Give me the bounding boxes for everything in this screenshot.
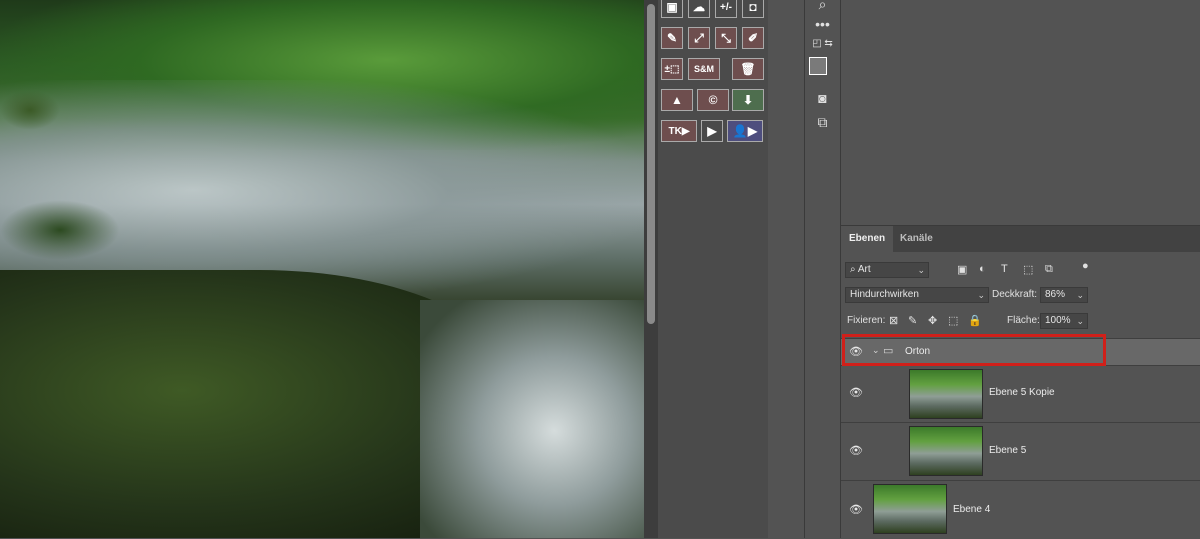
portrait-icon[interactable]: ▣ — [661, 0, 683, 18]
filter-toggle-icon[interactable]: ● — [1082, 260, 1089, 272]
filter-value: Art — [857, 264, 871, 275]
filter-pixel-icon[interactable]: ▣ — [957, 263, 967, 276]
sm-button[interactable]: S&M — [688, 58, 720, 80]
visibility-eye-icon[interactable]: 👁 — [849, 444, 863, 457]
collapse-icon[interactable]: ⤡ — [715, 27, 737, 49]
chevron-down-icon: ⌄ — [977, 290, 985, 300]
upper-panel-empty — [841, 0, 1200, 226]
lock-transparent-icon[interactable]: ⊠ — [889, 314, 898, 327]
lock-artboard-icon[interactable]: ⬚ — [948, 314, 958, 327]
plus-minus-label: ± — [664, 63, 671, 75]
scrollbar-thumb[interactable] — [647, 4, 655, 324]
layer-thumbnail — [909, 369, 983, 419]
layer-thumbnail — [873, 484, 947, 534]
canvas-scrollbar[interactable] — [644, 0, 658, 538]
tab-ebenen[interactable]: Ebenen — [841, 226, 894, 252]
opacity-value: 86% — [1045, 289, 1066, 300]
opacity-label: Deckkraft: — [992, 289, 1038, 300]
search-icon: ⌕ — [850, 264, 858, 275]
filter-type-icon[interactable]: T — [1001, 263, 1008, 275]
color-swatch[interactable] — [805, 56, 840, 83]
triangle-icon[interactable]: ▲ — [661, 89, 693, 111]
layer-row-ebene4[interactable]: 👁 Ebene 4 — [841, 480, 1200, 539]
tk-play-button[interactable]: TK▶ — [661, 120, 697, 142]
filter-adjustment-icon[interactable]: ◐ — [979, 263, 986, 275]
tab-kanaele[interactable]: Kanäle — [892, 226, 941, 252]
layer-name[interactable]: Ebene 5 Kopie — [989, 387, 1055, 398]
expand-icon[interactable]: ⤢ — [688, 27, 710, 49]
fill-value: 100% — [1045, 315, 1071, 326]
trash-icon[interactable]: 🗑 — [732, 58, 764, 80]
foreground-color[interactable] — [809, 57, 827, 75]
fill-label: Fläche: — [1007, 315, 1040, 326]
layer-thumbnail — [909, 426, 983, 476]
layer-name[interactable]: Ebene 5 — [989, 445, 1026, 456]
canvas-rock — [0, 200, 120, 260]
download-icon[interactable]: ⬇ — [732, 89, 764, 111]
tool-column: ⌕ ••• ◰ ⇆ ◙ ⧉ — [805, 0, 841, 538]
quick-mask-icon[interactable]: ◙ — [805, 90, 840, 106]
lock-all-icon[interactable]: 🔒 — [968, 314, 982, 327]
canvas-water — [0, 80, 644, 300]
weather-icon[interactable]: ☁ — [688, 0, 710, 18]
visibility-eye-icon[interactable]: 👁 — [849, 386, 863, 399]
lock-position-icon[interactable]: ✥ — [928, 314, 937, 327]
filter-shape-icon[interactable]: ⬚ — [1023, 263, 1033, 276]
panel-tabs: Ebenen Kanäle — [841, 226, 1200, 252]
panel-gutter — [768, 0, 805, 538]
layers-panel: Ebenen Kanäle ⌕ Art ⌄ ▣ ◐ T ⬚ ⧉ ● Hindurc… — [841, 0, 1200, 539]
filter-smart-object-icon[interactable]: ⧉ — [1045, 263, 1053, 276]
play-button[interactable]: ▶ — [701, 120, 723, 142]
lock-image-icon[interactable]: ✎ — [908, 314, 917, 327]
swap-colors-icon[interactable]: ◰ ⇆ — [805, 38, 840, 49]
chevron-down-icon: ⌄ — [1076, 316, 1084, 326]
camera-icon[interactable]: ◘ — [742, 0, 764, 18]
canvas-waterfall — [420, 300, 644, 538]
user-play-icon[interactable]: 👤▶ — [727, 120, 763, 142]
brush-icon[interactable]: ✎ — [661, 27, 683, 49]
layer-name[interactable]: Ebene 4 — [953, 504, 990, 515]
plus-minus-button[interactable]: +/- — [715, 0, 737, 18]
actions-panel: ▣ ☁ +/- ◘ ✎ ⤢ ⤡ ✐ ± ⬚ S&M 🗑 ▲ © ⬇ TK▶ ▶ 👤… — [658, 0, 769, 538]
selection-adjust-button[interactable]: ± ⬚ — [661, 58, 683, 80]
zoom-icon[interactable]: ⌕ — [805, 0, 840, 13]
opacity-input[interactable]: 86% ⌄ — [1040, 287, 1088, 303]
layer-row-ebene5-kopie[interactable]: 👁 Ebene 5 Kopie — [841, 365, 1200, 422]
chevron-down-icon: ⌄ — [1076, 290, 1084, 300]
document-canvas[interactable] — [0, 0, 644, 538]
layer-row-ebene5[interactable]: 👁 Ebene 5 — [841, 422, 1200, 480]
more-icon[interactable]: ••• — [805, 16, 840, 32]
orton-group-highlight-box — [842, 334, 1106, 366]
chevron-down-icon: ⌄ — [917, 265, 925, 275]
screen-mode-icon[interactable]: ⧉ — [805, 114, 840, 131]
layer-filter-select[interactable]: ⌕ Art ⌄ — [845, 262, 929, 278]
canvas-moss-patch — [0, 90, 60, 130]
visibility-eye-icon[interactable]: 👁 — [849, 503, 863, 516]
copyright-icon[interactable]: © — [697, 89, 729, 111]
feather-icon[interactable]: ✐ — [742, 27, 764, 49]
lock-label: Fixieren: — [847, 315, 886, 326]
blend-mode-value: Hindurchwirken — [850, 289, 919, 300]
blend-mode-select[interactable]: Hindurchwirken ⌄ — [845, 287, 989, 303]
fill-input[interactable]: 100% ⌄ — [1040, 313, 1088, 329]
